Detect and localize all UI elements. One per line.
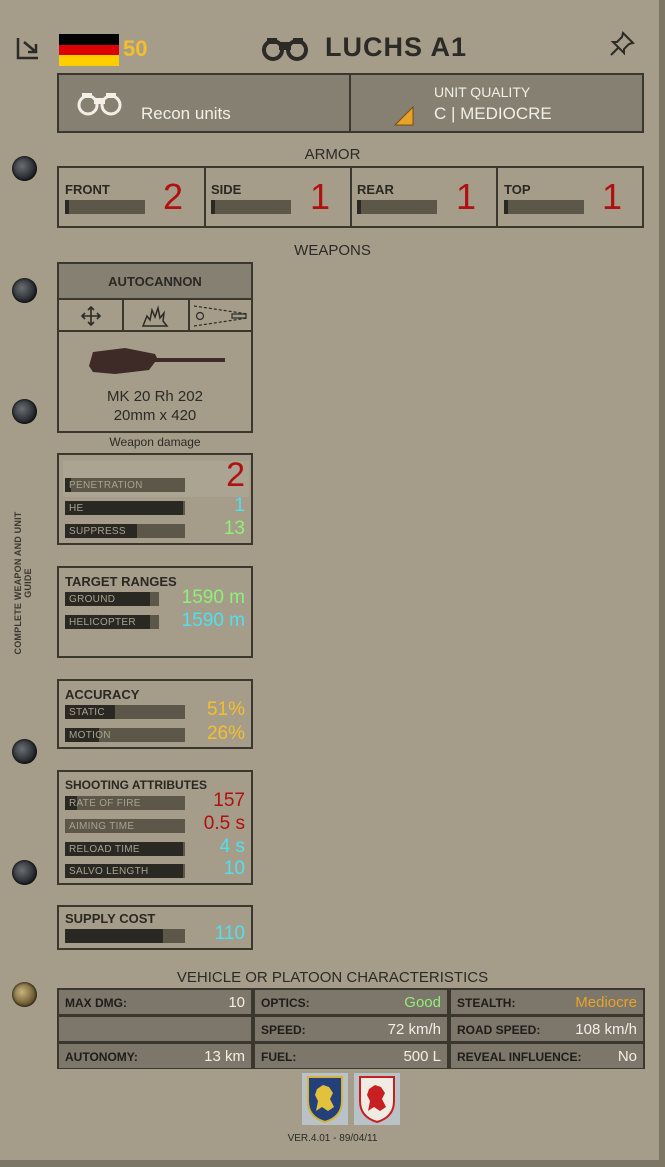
armor-rear-bar — [357, 200, 437, 214]
armor-rear-label: REAR — [357, 182, 394, 197]
germany-flag-icon — [59, 34, 119, 66]
armor-side-label: SIDE — [211, 182, 242, 197]
helicopter-range-value: 1590 m — [181, 610, 245, 631]
supply-cost-bar — [65, 929, 185, 943]
unit-price: 50 — [123, 36, 148, 61]
empty-cell — [58, 1016, 252, 1042]
supply-cost-title: SUPPLY COST — [65, 911, 156, 926]
version-label: VER.4.01 - 89/04/11 — [287, 1133, 378, 1144]
division-badge-lion-icon[interactable] — [302, 1073, 348, 1125]
reload-time-value: 4 s — [219, 836, 245, 857]
armor-top-value: 1 — [602, 176, 623, 217]
division-badge-red-lion-icon[interactable] — [354, 1073, 400, 1125]
armor-top-bar — [504, 200, 584, 214]
suppress-value: 13 — [223, 518, 245, 539]
accuracy-panel: ACCURACY STATIC 51% MOTION 26% — [57, 679, 253, 749]
shooting-attributes-title: SHOOTING ATTRIBUTES — [65, 778, 207, 792]
move-fire-icon — [80, 305, 102, 327]
armor-front-value: 2 — [163, 176, 184, 217]
recon-binoculars-icon — [77, 89, 123, 117]
binder-hole — [12, 739, 37, 764]
ammo-shell-icon — [192, 304, 250, 328]
autocannon-silhouette-icon — [85, 344, 227, 378]
penetration-value: 2 — [226, 456, 245, 494]
armor-side-value: 1 — [310, 176, 331, 217]
weapons-title: WEAPONS — [294, 242, 371, 259]
road-speed-cell: ROAD SPEED: 108 km/h — [450, 1016, 644, 1042]
unit-card: COMPLETE WEAPON AND UNIT GUIDE 50 LUCHS … — [0, 0, 665, 1167]
supply-cost-value: 110 — [214, 923, 245, 944]
optics-cell: OPTICS: Good — [254, 989, 448, 1015]
unit-info-bar: Recon units UNIT QUALITY C | MEDIOCRE — [57, 73, 644, 133]
he-bar: HE — [65, 501, 185, 515]
explosion-icon — [141, 304, 169, 328]
stealth-cell: STEALTH: Mediocre — [450, 989, 644, 1015]
aiming-time-value: 0.5 s — [203, 813, 245, 834]
pin-icon[interactable] — [607, 29, 637, 59]
unit-quality-label: UNIT QUALITY — [434, 84, 531, 100]
ground-range-bar: GROUND TARGET — [65, 592, 159, 616]
binder-hole — [12, 860, 37, 885]
speed-cell: SPEED: 72 km/h — [254, 1016, 448, 1042]
aiming-time-bar: AIMING TIME — [65, 819, 185, 833]
weapon-card[interactable]: AUTOCANNON MK 20 Rh 202 20mm x 420 — [57, 262, 253, 433]
target-ranges-title: TARGET RANGES — [65, 574, 177, 589]
armor-title: ARMOR — [304, 146, 361, 163]
armor-top-label: TOP — [504, 182, 531, 197]
binder-hole — [12, 278, 37, 303]
ground-range-value: 1590 m — [181, 587, 245, 608]
armor-rear-value: 1 — [456, 176, 477, 217]
reload-time-bar: RELOAD TIME — [65, 842, 185, 856]
damage-panel: PENETRATION 2 HE 1 SUPPRESS 13 — [57, 453, 253, 545]
rate-of-fire-value: 157 — [213, 790, 245, 811]
weapon-caliber: 20mm x 420 — [113, 407, 197, 424]
reveal-influence-cell: REVEAL INFLUENCE: No — [450, 1043, 644, 1069]
binoculars-icon — [262, 36, 308, 62]
accuracy-title: ACCURACY — [65, 687, 140, 702]
guide-side-label: COMPLETE WEAPON AND UNIT GUIDE — [13, 511, 33, 655]
armor-panel: FRONT 2 SIDE 1 REAR 1 TOP 1 — [57, 166, 644, 228]
penetration-bar: PENETRATION — [65, 478, 185, 492]
weapon-name: MK 20 Rh 202 — [107, 388, 203, 405]
static-accuracy-bar: STATIC — [65, 705, 185, 719]
salvo-length-value: 10 — [223, 858, 245, 879]
collapse-icon[interactable] — [14, 32, 44, 62]
helicopter-range-bar: HELICOPTER — [65, 615, 159, 629]
shooting-attributes-panel: SHOOTING ATTRIBUTES RATE OF FIRE 157 AIM… — [57, 770, 253, 885]
weapon-type: AUTOCANNON — [108, 274, 202, 289]
fuel-cell: FUEL: 500 L — [254, 1043, 448, 1069]
vehicle-characteristics-grid: MAX DMG: 10 OPTICS: Good STEALTH: Mediocre … — [57, 988, 645, 1069]
vehicle-characteristics-title: VEHICLE OR PLATOON CHARACTERISTICS — [176, 969, 489, 986]
supply-cost-panel: SUPPLY COST 110 — [57, 905, 253, 950]
motion-accuracy-bar: MOTION — [65, 728, 185, 742]
target-ranges-panel: TARGET RANGES GROUND TARGET 1590 m HELIC… — [57, 566, 253, 658]
salvo-length-bar: SALVO LENGTH — [65, 864, 185, 878]
rate-of-fire-bar: RATE OF FIRE — [65, 796, 185, 810]
armor-front-bar — [65, 200, 145, 214]
armor-front-label: FRONT — [65, 182, 110, 197]
armor-side-bar — [211, 200, 291, 214]
weapon-damage-label: Weapon damage — [109, 435, 201, 449]
suppress-bar: SUPPRESS — [65, 524, 185, 538]
unit-category: Recon units — [141, 104, 231, 123]
binder-hole — [12, 399, 37, 424]
static-accuracy-value: 51% — [206, 699, 245, 720]
quality-triangle-icon — [393, 105, 415, 127]
autonomy-cell: AUTONOMY: 13 km — [58, 1043, 252, 1069]
motion-accuracy-value: 26% — [206, 723, 245, 744]
max-dmg-cell: MAX DMG: 10 — [58, 989, 252, 1015]
he-value: 1 — [234, 495, 245, 516]
unit-title: LUCHS A1 — [325, 32, 468, 62]
unit-quality-value: C | MEDIOCRE — [434, 104, 552, 123]
